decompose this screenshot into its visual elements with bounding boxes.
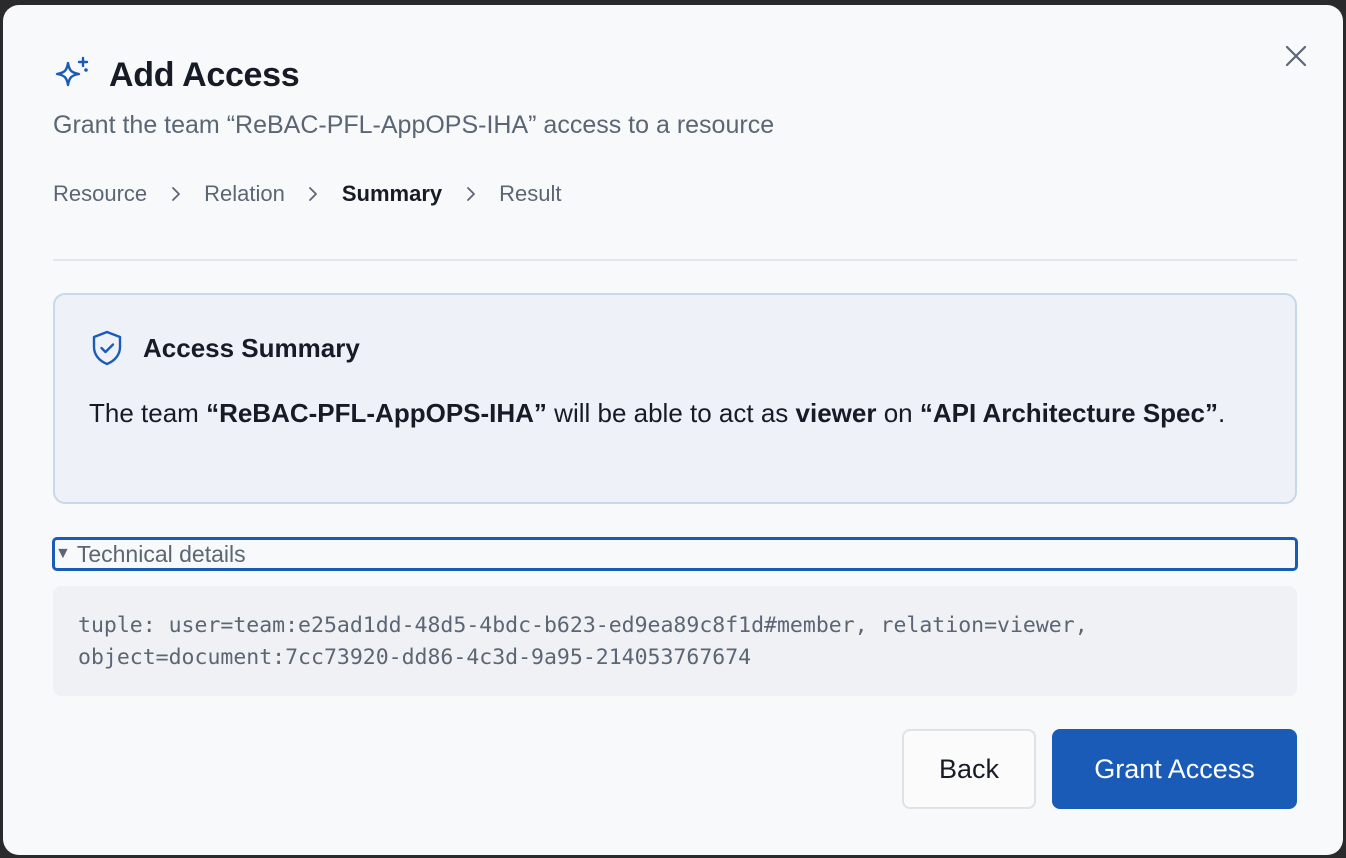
stepper-breadcrumb: Resource Relation Summary Result (53, 181, 562, 207)
technical-details-label: Technical details (76, 540, 246, 567)
step-summary: Summary (341, 181, 443, 206)
step-resource: Resource (53, 181, 148, 206)
dialog-subtitle: Grant the team “ReBAC-PFL-AppOPS-IHA” ac… (53, 111, 775, 139)
dialog-header: Add Access (53, 55, 300, 95)
sparkle-icon (55, 56, 89, 87)
chevron-right-icon (285, 186, 342, 202)
step-result: Result (499, 181, 562, 206)
dialog-title: Add Access (109, 55, 300, 94)
close-button[interactable] (1283, 43, 1309, 69)
summary-team: “ReBAC-PFL-AppOPS-IHA” (206, 398, 547, 428)
technical-details-toggle[interactable]: ▼ Technical details (52, 537, 1298, 571)
summary-header: Access Summary (89, 329, 360, 367)
back-button[interactable]: Back (902, 729, 1036, 809)
summary-object: “API Architecture Spec” (919, 398, 1218, 428)
shield-check-icon (92, 330, 122, 366)
disclosure-triangle-icon: ▼ (55, 545, 71, 562)
close-icon (1285, 45, 1307, 67)
access-summary-card: Access Summary The team “ReBAC-PFL-AppOP… (53, 293, 1297, 504)
grant-access-button[interactable]: Grant Access (1052, 729, 1297, 809)
chevron-right-icon (442, 186, 499, 202)
summary-relation: viewer (795, 398, 877, 428)
code-line: object=document:7cc73920-dd86-4c3d-9a95-… (78, 645, 752, 670)
summary-text-mid2: on (876, 398, 920, 428)
header-divider (53, 259, 1297, 261)
summary-text-mid1: will be able to act as (546, 398, 796, 428)
summary-text-suffix: . (1217, 398, 1226, 428)
summary-text-prefix: The team (89, 398, 207, 428)
summary-text: The team “ReBAC-PFL-AppOPS-IHA” will be … (89, 393, 1269, 433)
summary-title: Access Summary (143, 332, 360, 363)
add-access-dialog: Add Access Grant the team “ReBAC-PFL-App… (3, 5, 1343, 855)
code-line: tuple: user=team:e25ad1dd-48d5-4bdc-b623… (78, 613, 1088, 638)
step-relation: Relation (204, 181, 285, 206)
chevron-right-icon (147, 186, 204, 202)
technical-details-code: tuple: user=team:e25ad1dd-48d5-4bdc-b623… (53, 586, 1297, 696)
